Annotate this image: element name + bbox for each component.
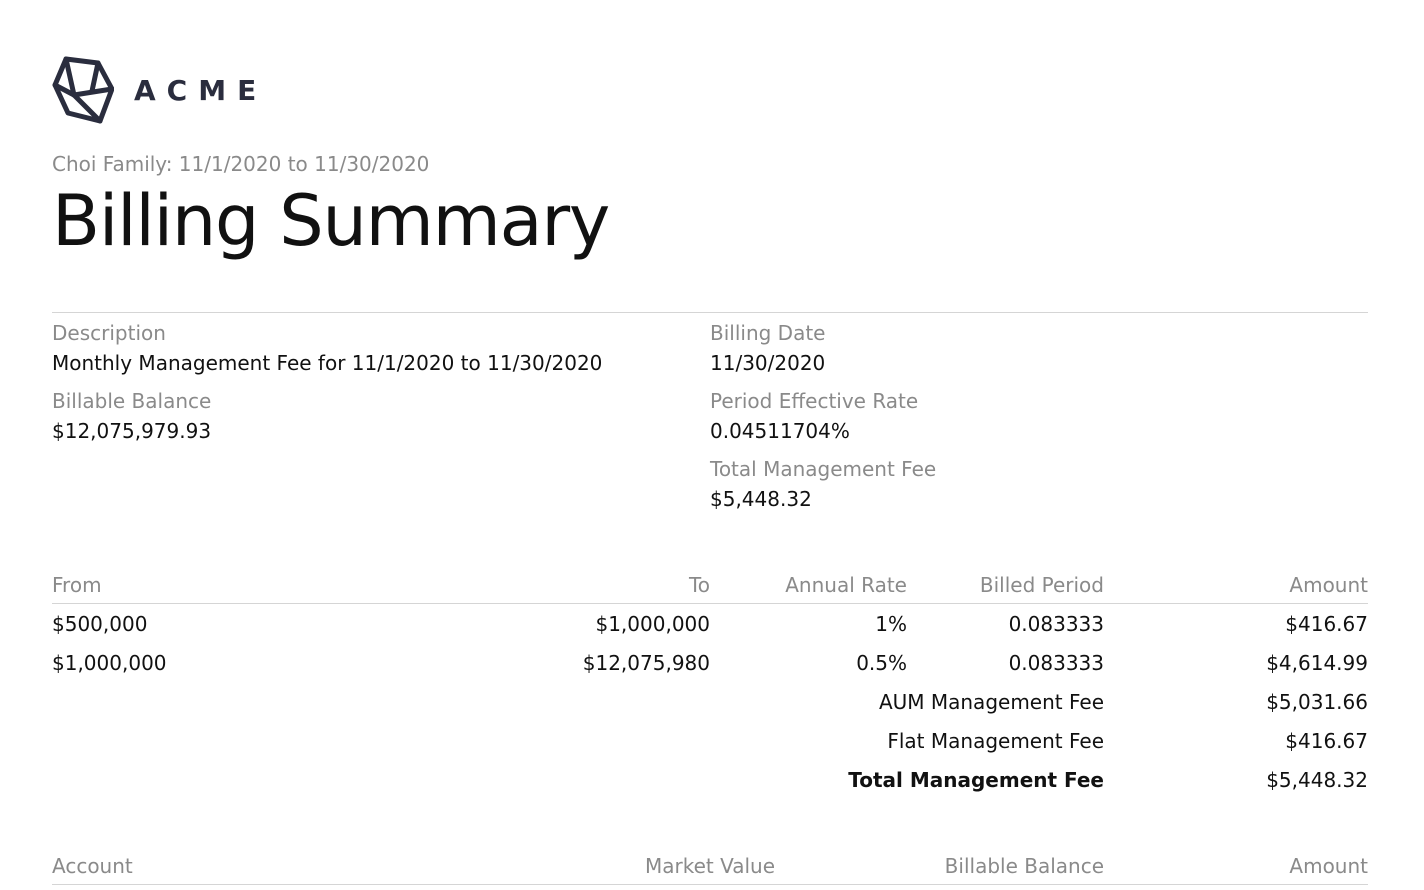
page-subtitle: Choi Family: 11/1/2020 to 11/30/2020 [52,152,430,176]
period-rate-field: Period Effective Rate 0.04511704% [710,388,918,446]
period-rate-label: Period Effective Rate [710,389,919,413]
billable-balance-value: $12,075,979.93 [52,419,212,443]
col-header-account-amount: Amount [1289,854,1368,878]
description-label: Description [52,321,166,345]
tier-row-1-billed-period: 0.083333 [1008,612,1104,636]
col-header-account: Account [52,854,133,878]
billing-summary-page: ACME Choi Family: 11/1/2020 to 11/30/202… [52,0,1368,890]
description-field: Description Monthly Management Fee for 1… [52,320,602,378]
total-fee-field: Total Management Fee $5,448.32 [710,456,936,514]
brand-logo: ACME [52,52,267,128]
tier-row-2-billed-period: 0.083333 [1008,651,1104,675]
wireframe-cube-icon [52,56,114,124]
col-header-billable-balance: Billable Balance [944,854,1104,878]
aum-fee-value: $5,031.66 [1266,690,1368,714]
tier-row-2-from: $1,000,000 [52,651,167,675]
tier-row-2-to: $12,075,980 [582,651,710,675]
total-fee-label: Total Management Fee [710,457,937,481]
billable-balance-label: Billable Balance [52,389,212,413]
tier-row-1-amount: $416.67 [1285,612,1368,636]
table-header-divider [52,603,1368,604]
tier-row-1-from: $500,000 [52,612,148,636]
col-header-amount: Amount [1289,573,1368,597]
billing-date-value: 11/30/2020 [710,351,826,375]
billable-balance-field: Billable Balance $12,075,979.93 [52,388,211,446]
tier-row-1-to: $1,000,000 [595,612,710,636]
aum-fee-label: AUM Management Fee [878,690,1104,714]
period-rate-value: 0.04511704% [710,419,850,443]
description-value: Monthly Management Fee for 11/1/2020 to … [52,351,603,375]
col-header-market-value: Market Value [644,854,775,878]
tier-row-2-annual-rate: 0.5% [856,651,907,675]
total-fee-value: $5,448.32 [710,487,812,511]
col-header-annual-rate: Annual Rate [785,573,907,597]
col-header-to: To [688,573,710,597]
tier-row-2-amount: $4,614.99 [1266,651,1368,675]
tier-row-1-annual-rate: 1% [875,612,907,636]
billing-date-label: Billing Date [710,321,826,345]
col-header-from: From [52,573,102,597]
col-header-billed-period: Billed Period [979,573,1104,597]
accounts-header-divider [52,884,1368,885]
billing-date-field: Billing Date 11/30/2020 [710,320,825,378]
flat-fee-value: $416.67 [1285,729,1368,753]
brand-name: ACME [134,73,268,107]
flat-fee-label: Flat Management Fee [887,729,1104,753]
total-management-fee-value: $5,448.32 [1266,768,1368,792]
page-title: Billing Summary [52,180,610,262]
total-management-fee-label: Total Management Fee [848,768,1104,792]
header-divider [52,312,1368,313]
